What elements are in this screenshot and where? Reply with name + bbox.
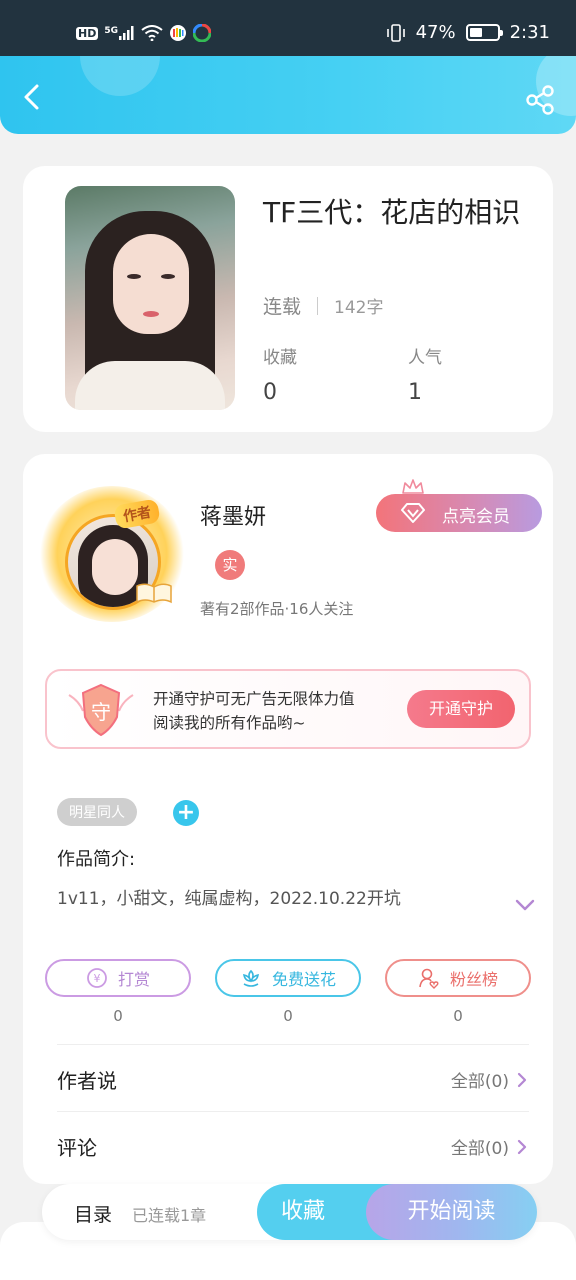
status-left-icons: HD 5G <box>76 24 211 42</box>
share-icon[interactable] <box>524 84 556 116</box>
book-info-card: TF三代：花店的相识 连载 142字 收藏 0 人气 1 <box>23 166 553 432</box>
fans-action: 粉丝榜 0 <box>385 959 531 1025</box>
shield-char: 守 <box>91 700 111 724</box>
author-notes-count: 全部(0) <box>450 1072 509 1092</box>
book-title: TF三代：花店的相识 <box>263 196 521 229</box>
comments-count: 全部(0) <box>450 1139 509 1159</box>
flower-action: 免费送花 0 <box>215 959 361 1025</box>
author-notes-label: 作者说 <box>57 1069 117 1093</box>
fans-icon <box>419 968 439 989</box>
send-flower-button[interactable]: 免费送花 <box>215 959 361 997</box>
chevron-right-icon <box>517 1139 527 1154</box>
add-tag-button[interactable]: + <box>173 800 199 826</box>
tip-action: ¥ 打赏 0 <box>45 959 191 1025</box>
genre-tag[interactable]: 明星同人 <box>57 798 137 826</box>
book-cover-image[interactable] <box>65 186 235 410</box>
flower-label: 免费送花 <box>271 970 336 989</box>
flower-count: 0 <box>283 1007 293 1025</box>
chevron-down-icon[interactable] <box>513 896 537 914</box>
chevron-left-icon[interactable] <box>18 82 48 112</box>
favorites-value: 0 <box>263 380 277 405</box>
intro-text: 1v11，小甜文，纯属虚构，2022.10.22开坑 <box>57 889 401 909</box>
table-of-contents-button[interactable]: 目录 <box>74 1200 112 1227</box>
book-meta: 连载 142字 <box>263 292 383 319</box>
battery-percent: 47% <box>415 22 456 43</box>
battery-fill <box>469 28 482 37</box>
comments-row[interactable]: 评论 全部(0) <box>57 1111 529 1177</box>
battery-icon <box>465 24 503 41</box>
activate-guard-button[interactable]: 开通守护 <box>407 690 515 728</box>
author-name[interactable]: 蒋墨妍 <box>200 499 266 531</box>
clock: 2:31 <box>509 22 550 43</box>
wifi-icon <box>141 25 163 41</box>
fans-count: 0 <box>453 1007 463 1025</box>
app-icon-1 <box>170 25 186 41</box>
network-type-label: 5G <box>104 26 118 36</box>
popularity-label: 人气 <box>408 348 442 368</box>
bottom-action-bar: 目录 已连载1章 收藏 开始阅读 <box>42 1184 537 1240</box>
tip-button[interactable]: ¥ 打赏 <box>45 959 191 997</box>
flower-icon <box>243 969 259 987</box>
fans-ranking-button[interactable]: 粉丝榜 <box>385 959 531 997</box>
app-icon-2 <box>193 24 211 42</box>
meta-divider <box>317 296 319 315</box>
guard-banner[interactable]: 守 开通守护可无广告无限体力值 阅读我的所有作品哟~ 开通守护 <box>45 669 531 749</box>
diamond-icon <box>401 503 425 523</box>
author-avatar-frame[interactable]: 作者 <box>39 486 185 622</box>
author-summary: 著有2部作品·16人关注 <box>200 600 354 618</box>
favorites-stat: 收藏 0 <box>263 343 297 405</box>
verified-badge: 实 <box>215 550 245 580</box>
signal-5g-icon: 5G <box>104 26 135 40</box>
start-reading-button[interactable]: 开始阅读 <box>366 1184 537 1240</box>
book-word-count: 142字 <box>334 298 384 318</box>
author-notes-row[interactable]: 作者说 全部(0) <box>57 1044 529 1110</box>
popularity-value: 1 <box>408 380 422 405</box>
author-badge: 作者 <box>113 498 161 530</box>
guard-text: 开通守护可无广告无限体力值 阅读我的所有作品哟~ <box>153 687 355 735</box>
intro-label: 作品简介: <box>57 849 136 870</box>
hd-icon: HD <box>76 26 99 40</box>
open-book-icon <box>136 583 172 604</box>
author-card: 作者 蒋墨妍 实 著有2部作品·16人关注 点亮会员 守 开通守护可无广告无限体… <box>23 454 553 1184</box>
vip-button[interactable]: 点亮会员 <box>376 479 542 532</box>
popularity-stat: 人气 1 <box>408 343 442 405</box>
crown-icon <box>402 479 424 494</box>
shield-icon: 守 <box>68 683 134 737</box>
fans-label: 粉丝榜 <box>449 970 498 989</box>
chapter-count: 已连载1章 <box>132 1206 207 1225</box>
vip-button-label: 点亮会员 <box>442 507 510 527</box>
vibrate-icon <box>386 23 405 42</box>
guard-text-line1: 开通守护可无广告无限体力值 <box>153 690 355 708</box>
comments-all[interactable]: 全部(0) <box>451 1134 529 1159</box>
coin-icon: ¥ <box>87 968 107 988</box>
comments-label: 评论 <box>57 1136 97 1160</box>
chevron-right-icon <box>517 1072 527 1087</box>
status-right: 47% 2:31 <box>386 22 550 43</box>
favorites-label: 收藏 <box>263 348 297 368</box>
action-buttons: ¥ 打赏 0 免费送花 0 粉丝榜 0 <box>45 959 531 1025</box>
guard-text-line2: 阅读我的所有作品哟~ <box>153 714 306 732</box>
book-status: 连载 <box>263 296 302 318</box>
author-notes-all[interactable]: 全部(0) <box>451 1067 529 1092</box>
tip-label: 打赏 <box>117 970 150 989</box>
header-decoration <box>80 56 160 96</box>
tip-count: 0 <box>113 1007 123 1025</box>
top-header <box>0 56 576 134</box>
svg-text:¥: ¥ <box>93 972 100 985</box>
